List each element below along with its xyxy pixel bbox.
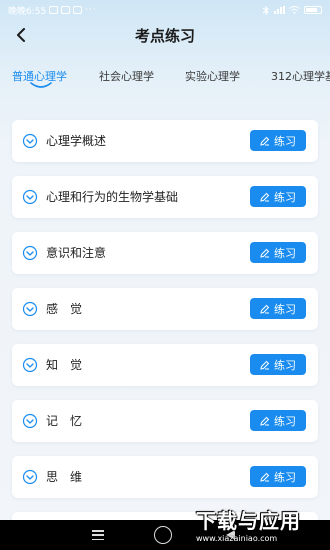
watermark-title: 下载与应用 <box>196 509 301 533</box>
battery-icon <box>304 6 322 14</box>
list-item[interactable]: 心理学概述 练习 <box>12 120 318 162</box>
back-button[interactable] <box>10 24 32 46</box>
chevron-down-icon[interactable] <box>22 189 38 205</box>
pencil-icon <box>260 304 270 314</box>
chevron-down-icon[interactable] <box>22 469 38 485</box>
tab-social-psychology[interactable]: 社会心理学 <box>99 68 154 84</box>
chevron-down-icon[interactable] <box>22 357 38 373</box>
bluetooth-icon <box>262 5 269 15</box>
notification-icon <box>61 6 71 14</box>
pencil-icon <box>260 472 270 482</box>
chevron-left-icon <box>17 28 25 42</box>
more-notifications: ··· <box>85 5 97 15</box>
chevron-down-icon[interactable] <box>22 301 38 317</box>
pencil-icon <box>260 416 270 426</box>
tab-312-psychology[interactable]: 312心理学基 <box>271 68 330 84</box>
status-bar: 晚晚6:55 ··· <box>0 0 330 20</box>
topic-label: 记 忆 <box>46 414 83 428</box>
pencil-icon <box>260 192 270 202</box>
menu-icon[interactable] <box>92 530 104 540</box>
pencil-icon <box>260 360 270 370</box>
status-time: 晚晚6:55 <box>8 6 47 17</box>
chevron-down-icon[interactable] <box>22 245 38 261</box>
practice-button-label: 练习 <box>274 190 296 204</box>
practice-button[interactable]: 练习 <box>250 186 306 207</box>
pencil-icon <box>260 248 270 258</box>
practice-button-label: 练习 <box>274 358 296 372</box>
notification-icon <box>73 6 83 14</box>
list-item[interactable]: 意识和注意 练习 <box>12 232 318 274</box>
watermark-url: www.xiazainiao.com <box>196 534 278 543</box>
list-item[interactable]: 感 觉 练习 <box>12 288 318 330</box>
pencil-icon <box>260 136 270 146</box>
chevron-down-icon[interactable] <box>22 133 38 149</box>
practice-button[interactable]: 练习 <box>250 466 306 487</box>
topic-label: 心理学概述 <box>46 134 107 148</box>
practice-button[interactable]: 练习 <box>250 410 306 431</box>
practice-button[interactable]: 练习 <box>250 130 306 151</box>
page-title: 考点练习 <box>134 26 195 45</box>
practice-button[interactable]: 练习 <box>250 354 306 375</box>
home-icon[interactable] <box>154 526 172 544</box>
list-item[interactable]: 记 忆 练习 <box>12 400 318 442</box>
watermark: 下载与应用 www.xiazainiao.com <box>196 505 326 547</box>
topic-label: 心理和行为的生物学基础 <box>46 190 179 204</box>
notification-icon <box>49 6 59 14</box>
category-tabs: 普通心理学 社会心理学 实验心理学 312心理学基 <box>0 62 330 92</box>
wifi-icon <box>289 6 300 14</box>
topic-label: 意识和注意 <box>46 246 107 260</box>
list-item[interactable]: 思 维 练习 <box>12 456 318 498</box>
practice-button-label: 练习 <box>274 302 296 316</box>
tab-experimental-psychology[interactable]: 实验心理学 <box>185 68 240 84</box>
practice-button-label: 练习 <box>274 134 296 148</box>
practice-button[interactable]: 练习 <box>250 298 306 319</box>
practice-button-label: 练习 <box>274 470 296 484</box>
topic-label: 感 觉 <box>46 302 83 316</box>
header: 考点练习 <box>0 20 330 50</box>
signal-icon <box>274 6 285 14</box>
list-item[interactable]: 知 觉 练习 <box>12 344 318 386</box>
list-item[interactable]: 心理和行为的生物学基础 练习 <box>12 176 318 218</box>
practice-button[interactable]: 练习 <box>250 242 306 263</box>
active-tab-indicator <box>30 82 52 88</box>
topic-label: 思 维 <box>46 470 83 484</box>
practice-button-label: 练习 <box>274 246 296 260</box>
practice-button-label: 练习 <box>274 414 296 428</box>
chevron-down-icon[interactable] <box>22 413 38 429</box>
topic-label: 知 觉 <box>46 358 83 372</box>
